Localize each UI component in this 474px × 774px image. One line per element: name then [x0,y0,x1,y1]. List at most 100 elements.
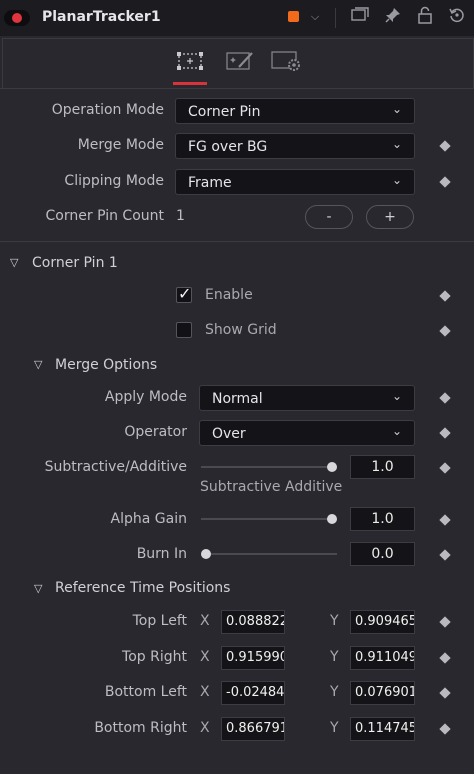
chevron-down-icon: ⌄ [391,424,402,438]
x-axis-label: X [200,720,210,736]
keyframe-diamond-icon[interactable] [439,514,451,526]
operator-dropdown[interactable]: Over ⌄ [199,420,415,446]
ref-position-label: Top Right [122,649,187,665]
lock-icon[interactable] [414,6,436,28]
node-title: PlanarTracker1 [42,9,161,25]
node-header: PlanarTracker1 ⌵ [0,0,474,36]
chevron-down-icon: ⌄ [391,389,402,403]
keyframe-diamond-icon[interactable] [439,549,451,561]
chevron-down-icon: ⌄ [391,173,402,187]
subtractive-additive-slider-handle[interactable] [327,462,337,472]
apply-mode-dropdown[interactable]: Normal ⌄ [199,385,415,411]
show-grid-checkbox[interactable] [176,322,192,338]
burn-in-input[interactable]: 0.0 [350,542,415,566]
tab-settings[interactable] [270,48,304,74]
keyframe-diamond-icon[interactable] [439,687,451,699]
keyframe-diamond-icon[interactable] [439,325,451,337]
tab-separator [0,88,474,89]
corner-pin-count-label: Corner Pin Count [45,208,164,224]
reset-icon[interactable] [446,6,468,28]
magic-wand-icon [226,52,253,70]
clipping-mode-value: Frame [188,175,232,191]
x-axis-label: X [200,684,210,700]
ref-position-y-input[interactable]: 0.909465 [350,610,415,634]
operation-mode-dropdown[interactable]: Corner Pin ⌄ [175,98,415,124]
operator-value: Over [212,426,246,442]
y-axis-label: Y [330,613,339,629]
apply-mode-value: Normal [212,391,263,407]
ref-position-x-input[interactable]: 0.866791 [221,717,285,741]
keyframe-diamond-icon[interactable] [439,140,451,152]
chevron-down-icon: ⌄ [391,137,402,151]
subtractive-range-label: Subtractive [200,479,281,495]
increment-button[interactable]: + [366,205,414,229]
gear-icon [271,51,300,71]
keyframe-diamond-icon[interactable] [439,176,451,188]
subtractive-additive-label: Subtractive/Additive [44,459,187,475]
corner-pin-count-value: 1 [176,208,185,224]
collapse-caret-icon[interactable]: ▽ [34,358,42,371]
ref-position-y-input[interactable]: 0.076901 [350,681,415,705]
operator-label: Operator [124,424,187,440]
ref-position-label: Bottom Left [104,684,187,700]
node-color-swatch[interactable] [288,11,299,22]
keyframe-diamond-icon[interactable] [439,392,451,404]
alpha-gain-input[interactable]: 1.0 [350,507,415,531]
alpha-gain-slider-handle[interactable] [327,514,337,524]
ref-position-y-input[interactable]: 0.911049 [350,646,415,670]
burn-in-slider-handle[interactable] [201,549,211,559]
merge-options-section-title[interactable]: Merge Options [55,357,157,373]
node-enable-toggle[interactable] [4,10,30,26]
additive-range-label: Additive [285,479,343,495]
y-axis-label: Y [330,720,339,736]
reference-time-positions-title[interactable]: Reference Time Positions [55,580,230,596]
pin-icon[interactable] [382,6,404,28]
merge-mode-dropdown[interactable]: FG over BG ⌄ [175,133,415,159]
keyframe-diamond-icon[interactable] [439,616,451,628]
merge-mode-label: Merge Mode [77,137,164,153]
apply-mode-label: Apply Mode [104,389,187,405]
alpha-gain-track[interactable] [201,518,337,520]
merge-mode-value: FG over BG [188,139,268,155]
record-dot-icon [12,13,22,23]
keyframe-diamond-icon[interactable] [439,652,451,664]
x-axis-label: X [200,649,210,665]
tab-tracker[interactable] [173,48,207,74]
clipping-mode-dropdown[interactable]: Frame ⌄ [175,169,415,195]
keyframe-diamond-icon[interactable] [439,462,451,474]
checkmark-icon: ✓ [178,284,192,303]
ref-position-label: Top Left [132,613,187,629]
subtractive-additive-track[interactable] [201,466,337,468]
chevron-down-icon[interactable]: ⌵ [304,6,326,28]
keyframe-diamond-icon[interactable] [439,427,451,439]
collapse-caret-icon[interactable]: ▽ [34,582,42,595]
corner-pin-section-title[interactable]: Corner Pin 1 [32,255,118,271]
ref-position-x-input[interactable]: 0.088822 [221,610,285,634]
ref-position-x-input[interactable]: 0.915990 [221,646,285,670]
clipping-mode-label: Clipping Mode [64,173,164,189]
show-grid-label: Show Grid [205,322,277,338]
burn-in-label: Burn In [136,546,187,562]
ref-position-y-input[interactable]: 0.114745 [350,717,415,741]
chevron-down-icon: ⌄ [391,102,402,116]
enable-label: Enable [205,287,253,303]
subtractive-additive-input[interactable]: 1.0 [350,455,415,479]
burn-in-track[interactable] [201,553,337,555]
y-axis-label: Y [330,649,339,665]
keyframe-diamond-icon[interactable] [439,723,451,735]
enable-checkbox[interactable]: ✓ [176,284,192,303]
window-icon[interactable] [349,6,371,28]
x-axis-label: X [200,613,210,629]
tab-paint[interactable] [223,48,257,74]
active-tab-indicator [173,82,207,85]
operation-mode-label: Operation Mode [51,102,164,118]
corner-pin-icon [177,52,203,70]
y-axis-label: Y [330,684,339,700]
alpha-gain-label: Alpha Gain [110,511,187,527]
collapse-caret-icon[interactable]: ▽ [10,256,18,269]
header-divider [335,8,336,28]
keyframe-diamond-icon[interactable] [439,290,451,302]
decrement-button[interactable]: - [305,205,353,229]
operation-mode-value: Corner Pin [188,104,261,120]
ref-position-x-input[interactable]: -0.02484 [221,681,285,705]
